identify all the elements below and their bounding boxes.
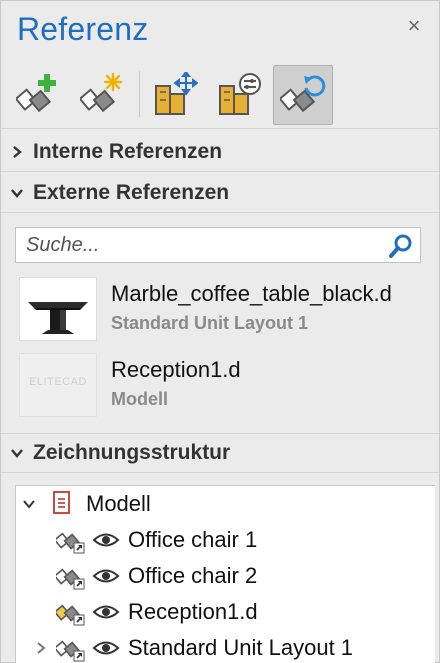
referenz-panel: Referenz × Interne Referenzen Externe Re… — [0, 0, 440, 663]
chevron-right-icon[interactable] — [1, 145, 33, 159]
panel-titlebar: Referenz × — [1, 1, 439, 59]
tree-label: Office chair 1 — [128, 527, 258, 552]
reference-link-icon — [53, 527, 86, 560]
reference-name: Marble_coffee_table_black.d — [111, 281, 392, 306]
search-icon[interactable] — [388, 233, 414, 259]
reference-link-icon — [53, 635, 86, 663]
blocks-plus-icon — [16, 74, 56, 113]
tree-label: Reception1.d — [128, 599, 258, 624]
reference-layout: Standard Unit Layout 1 — [111, 313, 309, 333]
tree-item[interactable]: Office chair 1 — [16, 522, 436, 558]
section-label: Externe Referenzen — [33, 180, 230, 204]
thumbnail-placeholder-text: ELITECAD — [29, 376, 87, 388]
reload-reference-button[interactable] — [273, 65, 333, 125]
blocks-reload-icon — [280, 75, 326, 113]
add-reference-button[interactable] — [9, 65, 69, 125]
reference-thumbnail: ELITECAD — [19, 353, 97, 417]
tree-item[interactable]: Standard Unit Layout 1 — [16, 630, 436, 663]
chevron-down-icon[interactable] — [22, 497, 36, 516]
blocks-star-icon — [80, 72, 123, 113]
new-reference-button[interactable] — [73, 65, 133, 125]
drawing-structure-tree: Modell Office chair 1 Office chair 2 Rec… — [15, 485, 435, 663]
tree-item[interactable]: Office chair 2 — [16, 558, 436, 594]
move-reference-button[interactable] — [145, 65, 205, 125]
reference-layout: Modell — [111, 389, 168, 409]
reference-thumbnail — [19, 277, 97, 341]
building-move-icon — [155, 72, 198, 115]
reference-settings-button[interactable] — [209, 65, 269, 125]
close-icon[interactable]: × — [403, 13, 425, 38]
search-input[interactable] — [16, 228, 386, 262]
toolbar — [1, 59, 439, 129]
section-external-references[interactable]: Externe Referenzen — [1, 173, 439, 213]
tree-label: Standard Unit Layout 1 — [128, 635, 354, 660]
eye-icon[interactable] — [92, 603, 120, 626]
document-icon — [52, 490, 72, 521]
toolbar-separator — [139, 71, 140, 117]
search-box — [15, 227, 421, 263]
external-reference-link-icon — [53, 599, 86, 632]
reference-link-icon — [53, 563, 86, 596]
section-label: Interne Referenzen — [33, 139, 223, 163]
coffee-table-thumbnail-icon — [28, 302, 88, 334]
eye-icon[interactable] — [92, 639, 120, 662]
panel-title: Referenz — [17, 11, 149, 47]
section-internal-references[interactable]: Interne Referenzen — [1, 132, 439, 172]
chevron-down-icon[interactable] — [1, 186, 33, 200]
chevron-down-icon[interactable] — [1, 446, 33, 460]
building-settings-icon — [219, 73, 261, 115]
external-reference-item[interactable]: ELITECAD Reception1.d Modell — [1, 349, 439, 423]
eye-icon[interactable] — [92, 567, 120, 590]
external-reference-item[interactable]: Marble_coffee_table_black.d Standard Uni… — [1, 273, 439, 347]
section-drawing-structure[interactable]: Zeichnungsstruktur — [1, 433, 439, 473]
section-label: Zeichnungsstruktur — [33, 441, 231, 464]
tree-label: Office chair 2 — [128, 563, 258, 588]
chevron-right-icon[interactable] — [34, 641, 48, 660]
eye-icon[interactable] — [92, 531, 120, 554]
tree-item[interactable]: Reception1.d — [16, 594, 436, 630]
tree-label: Modell — [86, 491, 151, 516]
tree-root-modell[interactable]: Modell — [16, 486, 436, 522]
reference-name: Reception1.d — [111, 357, 241, 382]
